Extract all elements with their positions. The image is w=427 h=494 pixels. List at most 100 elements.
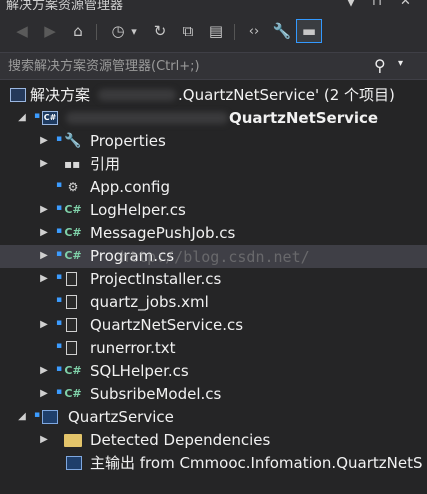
lock-icon: ▪ bbox=[56, 203, 63, 213]
references-icon: ▪▪ bbox=[64, 157, 81, 171]
tree-item-label: ProjectInstaller.cs bbox=[90, 270, 222, 288]
expand-arrow-icon[interactable]: ▶ bbox=[38, 364, 50, 378]
lock-icon: ▪ bbox=[56, 364, 63, 374]
project-node[interactable]: ◢ ▪ C# QuartzNetService bbox=[0, 107, 427, 130]
close-icon[interactable]: ✕ bbox=[400, 0, 411, 9]
tree-item-label: SubsribeModel.cs bbox=[90, 385, 222, 403]
collapse-all-icon[interactable]: ⧉ bbox=[178, 21, 198, 41]
expand-arrow-icon[interactable]: ▶ bbox=[38, 249, 50, 263]
toolbar-separator bbox=[96, 24, 97, 40]
expand-arrow-icon[interactable]: ▶ bbox=[38, 203, 50, 217]
sync-icon[interactable]: ↻ bbox=[150, 21, 170, 41]
lock-icon: ▪ bbox=[56, 134, 63, 144]
preview-icon[interactable]: ▬ bbox=[296, 19, 322, 43]
expand-arrow-icon[interactable]: ▶ bbox=[38, 157, 50, 171]
tree-item-subsribemodel[interactable]: ▶ ▪ C# SubsribeModel.cs bbox=[0, 383, 427, 406]
back-icon[interactable]: ◀ bbox=[12, 21, 32, 41]
redacted-text bbox=[66, 112, 228, 124]
lock-icon: ▪ bbox=[56, 226, 63, 236]
tree-item-projectinstaller[interactable]: ▶ ▪ ProjectInstaller.cs bbox=[0, 268, 427, 291]
tree-item-messagepushjob[interactable]: ▶ ▪ C# MessagePushJob.cs bbox=[0, 222, 427, 245]
history-dropdown-icon[interactable]: ▾ bbox=[128, 21, 140, 41]
tree-item-detected-dependencies[interactable]: ▶ Detected Dependencies bbox=[0, 429, 427, 452]
solution-node[interactable]: 解决方案 .QuartzNetService' (2 个项目) bbox=[0, 84, 427, 107]
pin-icon[interactable]: ⊓ bbox=[372, 0, 382, 9]
file-icon bbox=[66, 272, 77, 286]
csharp-file-icon: C# bbox=[64, 226, 82, 239]
tree-item-label: quartz_jobs.xml bbox=[90, 293, 209, 311]
csharp-project-icon: C# bbox=[42, 111, 58, 125]
lock-icon: ▪ bbox=[56, 249, 63, 259]
window-title: 解决方案资源管理器 bbox=[6, 0, 124, 10]
config-file-icon: ⚙ bbox=[67, 180, 79, 194]
lock-icon: ▪ bbox=[56, 272, 63, 282]
tree-item-label: SQLHelper.cs bbox=[90, 362, 189, 380]
setup-project-icon bbox=[42, 410, 58, 424]
show-all-files-icon[interactable]: ▤ bbox=[206, 21, 226, 41]
tree-item-app-config[interactable]: ▪ ⚙ App.config bbox=[0, 176, 427, 199]
forward-icon[interactable]: ▶ bbox=[40, 21, 60, 41]
tree-item-label: App.config bbox=[90, 178, 170, 196]
solution-label-prefix: 解决方案 bbox=[30, 86, 91, 104]
tree-item-label: MessagePushJob.cs bbox=[90, 224, 236, 242]
folder-icon bbox=[64, 434, 82, 447]
expand-arrow-icon[interactable]: ▶ bbox=[38, 134, 50, 148]
tree-item-references[interactable]: ▶ ▪▪ 引用 bbox=[0, 153, 427, 176]
expand-arrow-icon[interactable]: ▶ bbox=[38, 433, 50, 447]
file-icon bbox=[66, 318, 77, 332]
lock-icon: ▪ bbox=[56, 318, 63, 328]
tree-item-quartz-jobs[interactable]: ▪ quartz_jobs.xml bbox=[0, 291, 427, 314]
csharp-file-icon: C# bbox=[64, 203, 82, 216]
expand-arrow-icon[interactable]: ▶ bbox=[38, 318, 50, 332]
expand-arrow-icon[interactable]: ▶ bbox=[38, 226, 50, 240]
toolbar-separator bbox=[234, 24, 235, 40]
tree-item-label: Properties bbox=[90, 132, 166, 150]
tree-item-sqlhelper[interactable]: ▶ ▪ C# SQLHelper.cs bbox=[0, 360, 427, 383]
file-icon bbox=[66, 341, 77, 355]
lock-icon: ▪ bbox=[56, 341, 63, 351]
search-box: ⚲ ▾ bbox=[0, 52, 427, 80]
history-icon[interactable]: ◷ bbox=[108, 21, 128, 41]
window-titlebar: 解决方案资源管理器 ▼ ⊓ ✕ bbox=[0, 0, 427, 10]
solution-icon bbox=[10, 88, 26, 102]
lock-icon: ▪ bbox=[56, 295, 63, 305]
watermark: http://blog.csdn.net/ bbox=[120, 248, 310, 266]
home-icon[interactable]: ⌂ bbox=[68, 21, 88, 41]
solution-label-suffix: .QuartzNetService' (2 个项目) bbox=[178, 86, 395, 104]
search-options-dropdown-icon[interactable]: ▾ bbox=[398, 58, 403, 69]
properties-icon[interactable]: 🔧 bbox=[272, 21, 292, 41]
wrench-icon: 🔧 bbox=[64, 133, 82, 149]
project-node-quartzservice[interactable]: ◢ ▪ QuartzService bbox=[0, 406, 427, 429]
tree-item-label: Detected Dependencies bbox=[90, 431, 271, 449]
search-icon[interactable]: ⚲ bbox=[374, 56, 386, 75]
lock-icon: ▪ bbox=[34, 111, 41, 121]
tree-item-quartznetservice-cs[interactable]: ▶ ▪ QuartzNetService.cs bbox=[0, 314, 427, 337]
tree-item-label: LogHelper.cs bbox=[90, 201, 186, 219]
project-name: QuartzService bbox=[68, 408, 174, 426]
tree-item-loghelper[interactable]: ▶ ▪ C# LogHelper.cs bbox=[0, 199, 427, 222]
redacted-text bbox=[98, 89, 176, 101]
tree-item-runerror[interactable]: ▪ runerror.txt bbox=[0, 337, 427, 360]
tree-item-label: runerror.txt bbox=[90, 339, 176, 357]
tree-item-properties[interactable]: ▶ ▪ 🔧 Properties bbox=[0, 130, 427, 153]
file-icon bbox=[66, 295, 77, 309]
lock-icon: ▪ bbox=[56, 180, 63, 190]
collapse-arrow-icon[interactable]: ◢ bbox=[16, 111, 28, 125]
tree-item-label: 主输出 from Cmmooc.Infomation.QuartzNetS bbox=[90, 454, 423, 472]
csharp-file-icon: C# bbox=[64, 387, 82, 400]
collapse-arrow-icon[interactable]: ◢ bbox=[16, 410, 28, 424]
view-code-icon[interactable]: ‹› bbox=[244, 21, 264, 41]
lock-icon: ▪ bbox=[34, 410, 41, 420]
search-input[interactable] bbox=[6, 55, 360, 77]
tree-item-label: QuartzNetService.cs bbox=[90, 316, 244, 334]
toolbar: ◀ ▶ ⌂ ◷ ▾ ↻ ⧉ ▤ ‹› 🔧 ▬ bbox=[0, 10, 427, 52]
lock-icon: ▪ bbox=[56, 387, 63, 397]
csharp-file-icon: C# bbox=[64, 249, 82, 262]
expand-arrow-icon[interactable]: ▶ bbox=[38, 387, 50, 401]
expand-arrow-icon[interactable]: ▶ bbox=[38, 272, 50, 286]
tree-item-primary-output[interactable]: 主输出 from Cmmooc.Infomation.QuartzNetS bbox=[0, 452, 427, 475]
pin-dropdown-icon[interactable]: ▼ bbox=[346, 0, 356, 9]
csharp-file-icon: C# bbox=[64, 364, 82, 377]
project-name: QuartzNetService bbox=[229, 109, 379, 127]
tree-item-label: 引用 bbox=[90, 155, 121, 173]
